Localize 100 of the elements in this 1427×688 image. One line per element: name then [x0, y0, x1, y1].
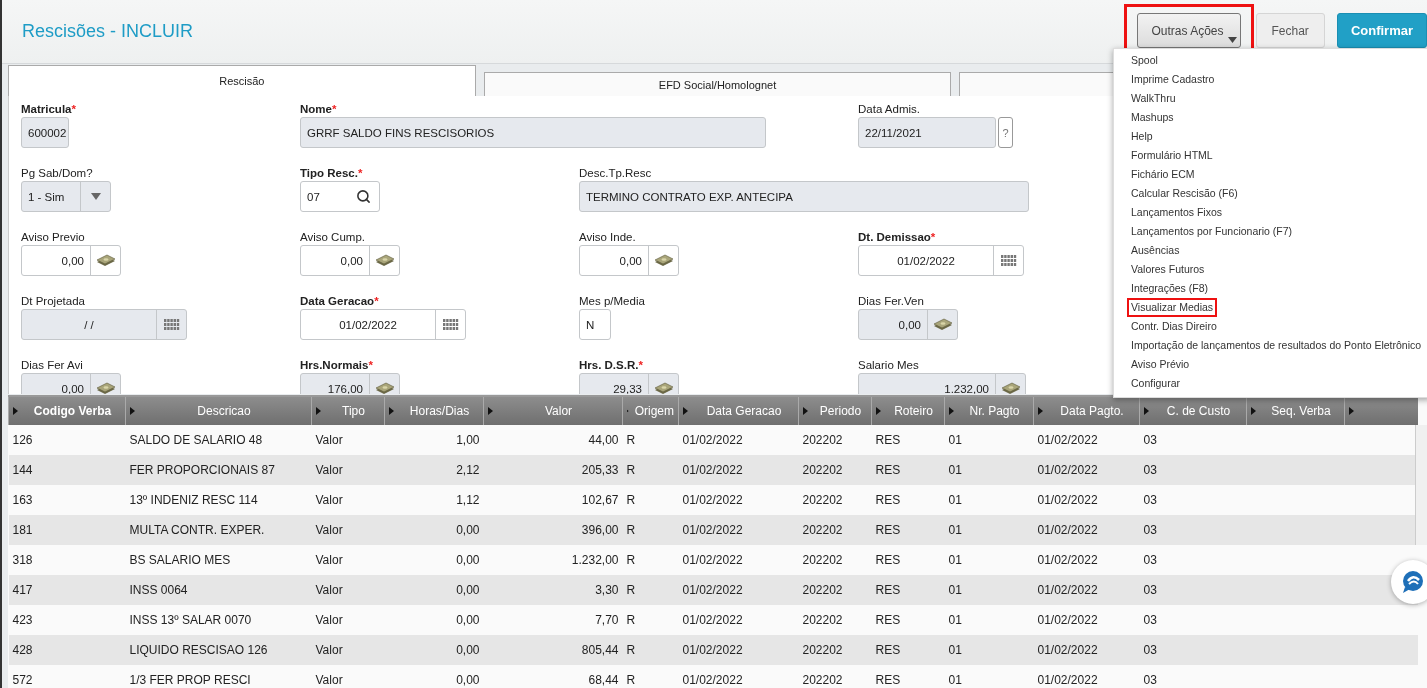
column-arrow-icon[interactable] — [488, 407, 493, 415]
input-field[interactable]: 0,00 — [579, 245, 679, 276]
table-cell: 396,00 — [483, 515, 623, 545]
column-arrow-icon[interactable] — [1038, 407, 1043, 415]
money-icon[interactable] — [374, 253, 395, 268]
input-field[interactable]: 07 — [300, 181, 380, 212]
scrollbar[interactable] — [1415, 425, 1427, 545]
menu-item[interactable]: Configurar — [1127, 374, 1185, 393]
column-header[interactable]: Horas/Dias — [400, 404, 479, 418]
menu-item[interactable]: Valores Futuros — [1127, 260, 1209, 279]
field-label: Nome* — [300, 103, 337, 115]
money-icon[interactable] — [1000, 381, 1021, 394]
table-cell: 03 — [1139, 515, 1247, 545]
table-cell: 01 — [944, 515, 1034, 545]
column-header[interactable]: Valor — [499, 404, 618, 418]
column-header[interactable]: Roteiro — [887, 404, 940, 418]
column-arrow-icon[interactable] — [1251, 407, 1256, 415]
menu-item[interactable]: Fichário ECM — [1127, 165, 1199, 184]
menu-item[interactable]: Ausências — [1127, 241, 1184, 260]
money-icon[interactable] — [95, 253, 116, 268]
menu-item[interactable]: Imprime Cadastro — [1127, 70, 1219, 89]
input-field[interactable]: 01/02/2022 — [858, 245, 1024, 276]
column-header[interactable]: Nr. Pagto — [960, 404, 1029, 418]
table-cell: 202202 — [798, 635, 872, 665]
table-cell: 03 — [1139, 485, 1247, 515]
help-button[interactable]: ? — [998, 117, 1013, 148]
menu-item[interactable]: Formulário HTML — [1127, 146, 1217, 165]
input-field[interactable]: 1.232,00 — [858, 373, 1026, 394]
table-cell: Valor — [311, 575, 385, 605]
tab[interactable]: EFD Social/Homolognet — [483, 72, 952, 96]
input-field[interactable]: N — [579, 309, 611, 340]
menu-item[interactable]: Visualizar Medias — [1127, 298, 1218, 317]
input-field[interactable]: / / — [21, 309, 187, 340]
table-cell: 202202 — [798, 425, 872, 455]
column-arrow-icon[interactable] — [13, 407, 18, 415]
menu-item[interactable]: Lançamentos Fixos — [1127, 203, 1227, 222]
column-header[interactable]: C. de Custo — [1155, 404, 1242, 418]
money-icon[interactable] — [932, 317, 953, 332]
column-arrow-icon[interactable] — [876, 407, 881, 415]
column-header[interactable]: Data Geracao — [694, 404, 794, 418]
input-field[interactable]: 0,00 — [21, 245, 121, 276]
field-label: Dias Fer Avi — [21, 359, 83, 371]
dropdown-caret-icon[interactable] — [90, 193, 101, 200]
field-label: Dt. Demissao* — [858, 231, 936, 243]
input-field[interactable]: GRRF SALDO FINS RESCISORIOS — [300, 117, 766, 148]
column-arrow-icon[interactable] — [949, 407, 954, 415]
menu-item[interactable]: Spool — [1127, 51, 1162, 70]
menu-item[interactable]: Help — [1127, 127, 1157, 146]
table-cell: 01/02/2022 — [1033, 635, 1140, 665]
actions-dropdown-button[interactable]: Outras Ações — [1136, 13, 1241, 48]
input-field[interactable]: TERMINO CONTRATO EXP. ANTECIPA — [579, 181, 1029, 212]
close-button[interactable]: Fechar — [1255, 13, 1325, 48]
menu-item[interactable]: Lançamentos por Funcionario (F7) — [1127, 222, 1297, 241]
table-cell: BS SALARIO MES — [125, 545, 312, 575]
column-header[interactable]: Tipo — [327, 404, 380, 418]
menu-item[interactable]: Calcular Rescisão (F6) — [1127, 184, 1242, 203]
column-arrow-icon[interactable] — [683, 407, 688, 415]
menu-item[interactable]: Aviso Prévio — [1127, 355, 1194, 374]
column-arrow-icon[interactable] — [1349, 407, 1354, 415]
column-header[interactable]: Descricao — [141, 404, 307, 418]
menu-item[interactable]: Contr. Dias Direiro — [1127, 317, 1221, 336]
money-icon[interactable] — [653, 381, 674, 394]
column-header[interactable]: Periodo — [814, 404, 867, 418]
column-header[interactable]: Origem — [634, 404, 674, 418]
money-icon[interactable] — [374, 381, 395, 394]
input-field[interactable]: 0,00 — [300, 245, 400, 276]
table-cell: R — [622, 635, 679, 665]
select-field[interactable]: 1 - Sim — [21, 181, 111, 212]
column-arrow-icon[interactable] — [316, 407, 321, 415]
money-icon[interactable] — [653, 253, 674, 268]
input-field[interactable]: 176,00 — [300, 373, 400, 394]
column-arrow-icon[interactable] — [130, 407, 135, 415]
table-cell: 03 — [1139, 605, 1247, 635]
menu-item[interactable]: Importação de lançamentos de resultados do Ponto Eletrônico — [1127, 336, 1426, 355]
menu-item[interactable]: Mashups — [1127, 108, 1178, 127]
table-cell: 01 — [944, 545, 1034, 575]
calendar-icon[interactable] — [1000, 254, 1017, 267]
column-header[interactable]: Seq. Verba — [1262, 404, 1340, 418]
column-arrow-icon[interactable] — [1144, 407, 1149, 415]
table-cell: Valor — [311, 455, 385, 485]
menu-item[interactable]: WalkThru — [1127, 89, 1180, 108]
table-cell: 01/02/2022 — [678, 575, 799, 605]
menu-item[interactable]: Integrações (F8) — [1127, 279, 1213, 298]
column-header[interactable]: Codigo Verba — [24, 404, 121, 418]
tab[interactable]: Rescisão — [8, 65, 476, 96]
input-field[interactable]: 600002 — [21, 117, 69, 148]
input-field[interactable]: 0,00 — [858, 309, 958, 340]
money-icon[interactable] — [95, 381, 116, 394]
table-cell: 01/02/2022 — [678, 485, 799, 515]
column-header[interactable]: Data Pagto. — [1049, 404, 1135, 418]
calendar-icon[interactable] — [163, 318, 180, 331]
search-icon[interactable] — [356, 189, 371, 204]
input-field[interactable]: 22/11/2021 — [858, 117, 996, 148]
table-cell: 181 — [8, 515, 126, 545]
input-field[interactable]: 0,00 — [21, 373, 121, 394]
input-field[interactable]: 29,33 — [579, 373, 679, 394]
column-arrow-icon[interactable] — [389, 407, 394, 415]
column-arrow-icon[interactable] — [803, 407, 808, 415]
input-field[interactable]: 01/02/2022 — [300, 309, 466, 340]
calendar-icon[interactable] — [442, 318, 459, 331]
